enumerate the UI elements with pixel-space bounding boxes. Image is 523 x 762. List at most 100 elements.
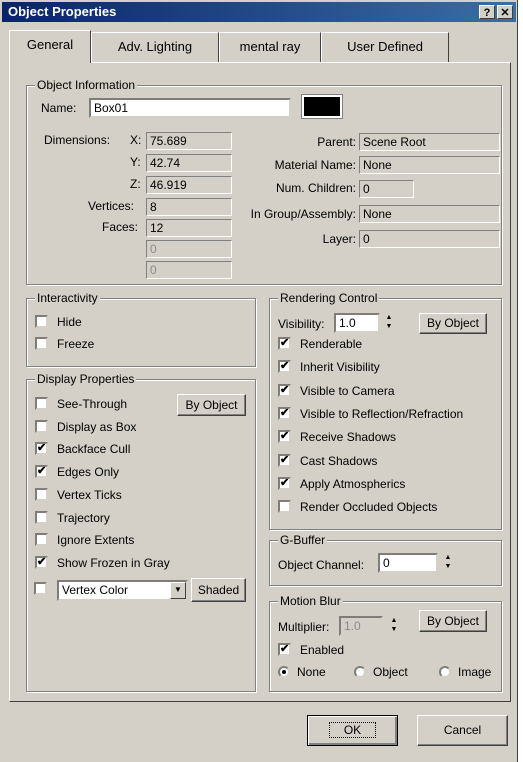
object-color-swatch[interactable]	[301, 94, 343, 119]
enabled-checkbox[interactable]: ✔	[278, 643, 291, 656]
vertex-ticks-checkbox[interactable]	[35, 487, 48, 501]
dimension-z-field: 46.919	[146, 176, 232, 194]
vertex-ticks-label: Vertex Ticks	[57, 487, 122, 502]
display-by-object-button[interactable]: By Object	[177, 394, 246, 416]
spinner-down-icon[interactable]: ▼	[441, 563, 455, 572]
ok-label: OK	[328, 722, 377, 738]
in-group-label: In Group/Assembly:	[250, 207, 356, 221]
visible-to-camera-checkbox[interactable]: ✔	[278, 383, 291, 397]
vertex-color-value: Vertex Color	[62, 583, 129, 597]
ok-button[interactable]: OK	[307, 715, 398, 746]
vertex-color-dropdown[interactable]: Vertex Color ▼	[57, 580, 188, 601]
object-channel-input[interactable]: 0	[378, 553, 438, 573]
multiplier-input[interactable]: 1.0	[339, 616, 383, 636]
display-as-box-checkbox[interactable]	[35, 419, 48, 433]
spinner-up-icon[interactable]: ▲	[387, 617, 401, 626]
radio-object[interactable]	[354, 666, 366, 678]
vertices-label: Vertices:	[88, 199, 135, 213]
inherit-visibility-checkbox[interactable]: ✔	[278, 360, 291, 374]
shaded-button[interactable]: Shaded	[191, 578, 246, 602]
dimension-x-label: X:	[130, 133, 142, 147]
ignore-extents-checkbox[interactable]	[35, 533, 48, 547]
cast-shadows-label: Cast Shadows	[300, 453, 378, 468]
rendering-by-object-button[interactable]: By Object	[419, 313, 487, 334]
freeze-checkbox[interactable]	[35, 337, 48, 350]
dimension-y-field: 42.74	[146, 154, 232, 172]
visible-to-reflection-refraction-checkbox[interactable]: ✔	[278, 406, 291, 420]
see-through-label: See-Through	[57, 397, 128, 411]
dimensions-label: Dimensions:	[44, 133, 111, 147]
radio-image[interactable]	[439, 666, 451, 678]
cancel-button[interactable]: Cancel	[417, 715, 508, 746]
backface-cull-label: Backface Cull	[57, 442, 131, 457]
material-name-field: None	[359, 156, 500, 174]
radio-object-label: Object	[373, 665, 408, 679]
window-title: Object Properties	[8, 4, 117, 19]
in-group-field: None	[359, 205, 500, 223]
radio-none[interactable]	[278, 666, 290, 678]
title-bar: Object Properties ? ✕	[2, 2, 516, 22]
spinner-down-icon[interactable]: ▼	[387, 626, 401, 635]
tab-user-defined[interactable]: User Defined	[321, 32, 449, 62]
radio-none-label: None	[297, 665, 326, 679]
layer-label: Layer:	[322, 232, 356, 246]
group-title-interactivity: Interactivity	[35, 291, 100, 305]
group-title-rendering-control: Rendering Control	[278, 291, 380, 305]
help-button[interactable]: ?	[479, 5, 495, 19]
render-occluded-objects-checkbox[interactable]	[278, 500, 291, 514]
num-children-label: Num. Children:	[275, 181, 356, 195]
cast-shadows-checkbox[interactable]: ✔	[278, 453, 291, 467]
extra-field-1: 0	[146, 240, 232, 258]
faces-label: Faces:	[102, 220, 139, 234]
name-label: Name:	[41, 101, 77, 115]
visibility-spinner[interactable]: ▲ ▼	[382, 314, 396, 332]
ignore-extents-label: Ignore Extents	[57, 533, 135, 548]
parent-field: Scene Root	[359, 133, 500, 151]
object-channel-spinner[interactable]: ▲ ▼	[441, 554, 455, 572]
edges-only-checkbox[interactable]: ✔	[35, 465, 48, 479]
multiplier-spinner[interactable]: ▲ ▼	[387, 617, 401, 635]
receive-shadows-label: Receive Shadows	[300, 430, 397, 445]
vertex-color-checkbox[interactable]	[34, 582, 47, 595]
trajectory-checkbox[interactable]	[35, 510, 48, 524]
inherit-visibility-label: Inherit Visibility	[300, 360, 380, 375]
material-name-label: Material Name:	[274, 158, 356, 172]
apply-atmospherics-checkbox[interactable]: ✔	[278, 476, 291, 490]
tab-adv-lighting[interactable]: Adv. Lighting	[91, 32, 219, 62]
renderable-checkbox[interactable]: ✔	[278, 337, 291, 350]
spinner-up-icon[interactable]: ▲	[441, 554, 455, 563]
show-frozen-in-gray-checkbox[interactable]: ✔	[35, 555, 48, 569]
tab-general[interactable]: General	[9, 30, 91, 63]
group-title-display-properties: Display Properties	[35, 372, 137, 386]
group-title-g-buffer: G-Buffer	[278, 533, 328, 547]
backface-cull-checkbox[interactable]: ✔	[35, 442, 48, 456]
chevron-down-icon[interactable]: ▼	[170, 582, 186, 599]
object-name-input[interactable]: Box01	[89, 98, 291, 118]
parent-label: Parent:	[317, 135, 356, 149]
render-occluded-objects-label: Render Occluded Objects	[300, 500, 438, 515]
dimension-y-label: Y:	[130, 155, 141, 169]
close-button[interactable]: ✕	[497, 5, 513, 19]
show-frozen-in-gray-label: Show Frozen in Gray	[57, 555, 170, 570]
edges-only-label: Edges Only	[57, 465, 120, 480]
visibility-input[interactable]: 1.0	[334, 313, 380, 333]
num-children-field: 0	[359, 180, 414, 198]
visible-to-reflection-refraction-label: Visible to Reflection/Refraction	[300, 406, 464, 421]
multiplier-label: Multiplier:	[278, 620, 330, 634]
hide-label: Hide	[57, 315, 82, 329]
faces-field: 12	[146, 219, 232, 237]
spinner-up-icon[interactable]: ▲	[382, 314, 396, 323]
hide-checkbox[interactable]	[35, 315, 48, 328]
tab-mental-ray[interactable]: mental ray	[219, 32, 321, 62]
vertices-field: 8	[146, 198, 232, 216]
receive-shadows-checkbox[interactable]: ✔	[278, 430, 291, 444]
motion-blur-by-object-button[interactable]: By Object	[419, 610, 487, 632]
object-channel-label: Object Channel:	[278, 558, 365, 572]
see-through-checkbox[interactable]	[35, 397, 48, 410]
spinner-down-icon[interactable]: ▼	[382, 323, 396, 332]
object-properties-dialog: Object Properties ? ✕ General Adv. Light…	[0, 0, 518, 762]
apply-atmospherics-label: Apply Atmospherics	[300, 476, 406, 491]
freeze-label: Freeze	[57, 337, 95, 351]
enabled-label: Enabled	[300, 643, 345, 657]
display-as-box-label: Display as Box	[57, 419, 137, 434]
